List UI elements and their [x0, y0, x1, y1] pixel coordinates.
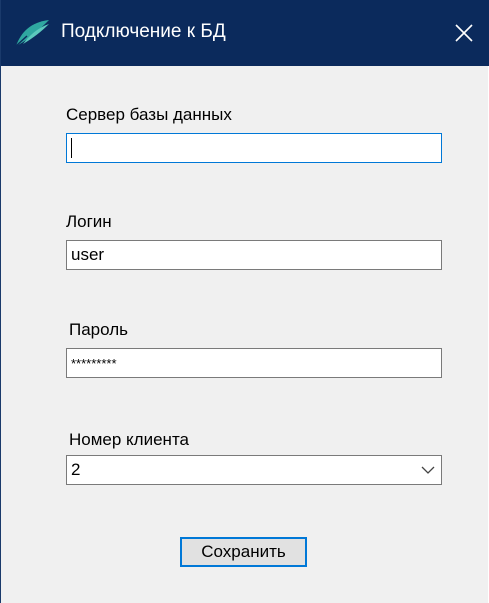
title-bar[interactable]: Подключение к БД [1, 0, 489, 66]
login-input[interactable]: user [66, 240, 442, 270]
password-value: ********* [71, 356, 117, 371]
window-title: Подключение к БД [61, 21, 226, 42]
close-button[interactable] [439, 0, 489, 66]
close-icon [455, 24, 473, 42]
client-number-value: 2 [71, 460, 81, 479]
client-number-label: Номер клиента [69, 430, 189, 449]
server-label: Сервер базы данных [66, 105, 232, 124]
client-number-select[interactable]: 2 [66, 455, 442, 485]
password-input[interactable]: ********* [66, 348, 442, 378]
chevron-down-icon [421, 466, 435, 474]
save-button[interactable]: Сохранить [180, 537, 307, 567]
server-input[interactable] [66, 133, 442, 163]
connection-dialog: Подключение к БД Сервер базы данных Логи… [0, 0, 489, 603]
text-caret [71, 137, 72, 158]
app-feather-icon [15, 20, 49, 47]
password-label: Пароль [69, 320, 128, 339]
login-label: Логин [66, 212, 112, 231]
login-value: user [71, 245, 105, 264]
